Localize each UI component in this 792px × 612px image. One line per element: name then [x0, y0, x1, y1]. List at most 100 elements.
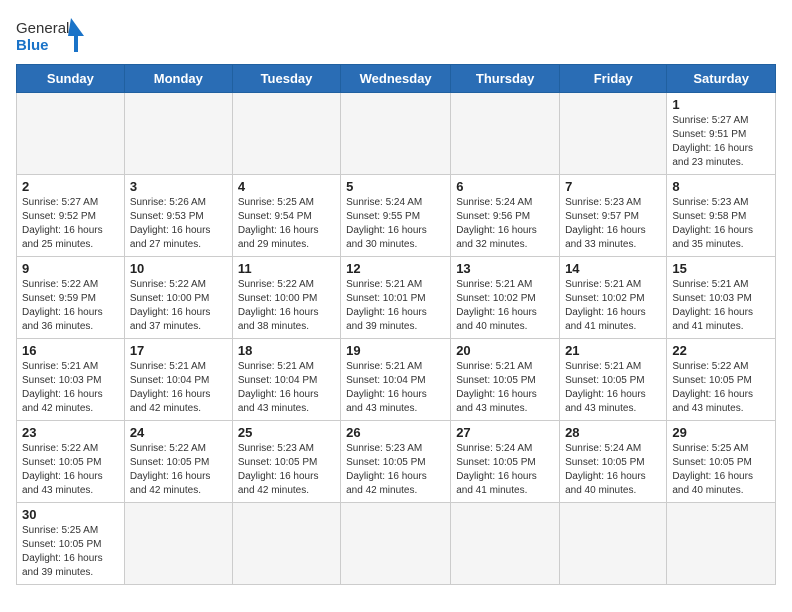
calendar-day-cell: 15Sunrise: 5:21 AM Sunset: 10:03 PM Dayl…: [667, 257, 776, 339]
day-info: Sunrise: 5:24 AM Sunset: 9:56 PM Dayligh…: [456, 196, 554, 252]
day-info: Sunrise: 5:21 AM Sunset: 10:04 PM Daylig…: [346, 360, 445, 416]
calendar-day-cell: 7 Sunrise: 5:23 AM Sunset: 9:57 PM Daylig…: [560, 175, 667, 257]
day-info: Sunrise: 5:21 AM Sunset: 10:03 PM Daylig…: [22, 360, 119, 416]
calendar-day-cell: [232, 503, 340, 585]
day-number: 6: [456, 179, 554, 194]
calendar-week-row: 16 Sunrise: 5:21 AM Sunset: 10:03 PM Dayl…: [17, 339, 776, 421]
calendar-day-cell: 5 Sunrise: 5:24 AM Sunset: 9:55 PM Daylig…: [341, 175, 451, 257]
day-number: 16: [22, 343, 119, 358]
generalblue-logo-icon: GeneralBlue: [16, 16, 86, 56]
day-number: 20: [456, 343, 554, 358]
calendar-day-cell: 30 Sunrise: 5:25 AM Sunset: 10:05 PM Dayl…: [17, 503, 125, 585]
day-number: 21: [565, 343, 661, 358]
day-info: Sunrise: 5:24 AM Sunset: 10:05 PM Daylig…: [565, 442, 661, 498]
calendar-day-cell: 24 Sunrise: 5:22 AM Sunset: 10:05 PM Dayl…: [124, 421, 232, 503]
calendar-day-cell: 14 Sunrise: 5:21 AM Sunset: 10:02 PM Dayl…: [560, 257, 667, 339]
calendar-day-cell: [341, 503, 451, 585]
day-info: Sunrise: 5:24 AM Sunset: 9:55 PM Dayligh…: [346, 196, 445, 252]
day-number: 2: [22, 179, 119, 194]
calendar-day-cell: 23Sunrise: 5:22 AM Sunset: 10:05 PM Dayl…: [17, 421, 125, 503]
calendar-week-row: 30 Sunrise: 5:25 AM Sunset: 10:05 PM Dayl…: [17, 503, 776, 585]
calendar-day-cell: 29 Sunrise: 5:25 AM Sunset: 10:05 PM Dayl…: [667, 421, 776, 503]
day-info: Sunrise: 5:22 AM Sunset: 9:59 PM Dayligh…: [22, 278, 119, 334]
calendar-day-cell: [124, 503, 232, 585]
day-number: 28: [565, 425, 661, 440]
day-info: Sunrise: 5:25 AM Sunset: 10:05 PM Daylig…: [22, 524, 119, 580]
day-info: Sunrise: 5:27 AM Sunset: 9:51 PM Dayligh…: [672, 114, 770, 170]
day-number: 18: [238, 343, 335, 358]
calendar-day-cell: 13Sunrise: 5:21 AM Sunset: 10:02 PM Dayl…: [451, 257, 560, 339]
day-number: 11: [238, 261, 335, 276]
calendar-day-cell: 28 Sunrise: 5:24 AM Sunset: 10:05 PM Dayl…: [560, 421, 667, 503]
calendar-day-cell: 9Sunrise: 5:22 AM Sunset: 9:59 PM Daylig…: [17, 257, 125, 339]
svg-text:General: General: [16, 20, 69, 37]
day-of-week-header: Monday: [124, 65, 232, 93]
day-number: 24: [130, 425, 227, 440]
day-number: 19: [346, 343, 445, 358]
calendar-day-cell: 25 Sunrise: 5:23 AM Sunset: 10:05 PM Dayl…: [232, 421, 340, 503]
day-number: 8: [672, 179, 770, 194]
calendar-day-cell: [451, 503, 560, 585]
day-info: Sunrise: 5:25 AM Sunset: 10:05 PM Daylig…: [672, 442, 770, 498]
day-of-week-header: Thursday: [451, 65, 560, 93]
calendar-day-cell: 1 Sunrise: 5:27 AM Sunset: 9:51 PM Daylig…: [667, 93, 776, 175]
day-info: Sunrise: 5:21 AM Sunset: 10:02 PM Daylig…: [565, 278, 661, 334]
calendar-day-cell: [560, 93, 667, 175]
calendar-day-cell: 16 Sunrise: 5:21 AM Sunset: 10:03 PM Dayl…: [17, 339, 125, 421]
calendar-day-cell: 12 Sunrise: 5:21 AM Sunset: 10:01 PM Dayl…: [341, 257, 451, 339]
day-info: Sunrise: 5:22 AM Sunset: 10:05 PM Daylig…: [22, 442, 119, 498]
day-number: 29: [672, 425, 770, 440]
calendar-day-cell: 17 Sunrise: 5:21 AM Sunset: 10:04 PM Dayl…: [124, 339, 232, 421]
day-number: 1: [672, 97, 770, 112]
day-info: Sunrise: 5:22 AM Sunset: 10:00 PM Daylig…: [130, 278, 227, 334]
calendar-day-cell: 11 Sunrise: 5:22 AM Sunset: 10:00 PM Dayl…: [232, 257, 340, 339]
calendar-day-cell: [451, 93, 560, 175]
calendar-day-cell: 10Sunrise: 5:22 AM Sunset: 10:00 PM Dayl…: [124, 257, 232, 339]
calendar-day-cell: 22Sunrise: 5:22 AM Sunset: 10:05 PM Dayl…: [667, 339, 776, 421]
day-info: Sunrise: 5:25 AM Sunset: 9:54 PM Dayligh…: [238, 196, 335, 252]
day-info: Sunrise: 5:21 AM Sunset: 10:04 PM Daylig…: [130, 360, 227, 416]
day-of-week-header: Saturday: [667, 65, 776, 93]
day-number: 15: [672, 261, 770, 276]
day-number: 25: [238, 425, 335, 440]
calendar-day-cell: [232, 93, 340, 175]
day-info: Sunrise: 5:23 AM Sunset: 9:57 PM Dayligh…: [565, 196, 661, 252]
calendar-header-row: SundayMondayTuesdayWednesdayThursdayFrid…: [17, 65, 776, 93]
day-of-week-header: Sunday: [17, 65, 125, 93]
calendar-day-cell: 2Sunrise: 5:27 AM Sunset: 9:52 PM Daylig…: [17, 175, 125, 257]
calendar-day-cell: [667, 503, 776, 585]
day-info: Sunrise: 5:22 AM Sunset: 10:05 PM Daylig…: [130, 442, 227, 498]
day-info: Sunrise: 5:23 AM Sunset: 10:05 PM Daylig…: [238, 442, 335, 498]
day-info: Sunrise: 5:22 AM Sunset: 10:00 PM Daylig…: [238, 278, 335, 334]
day-info: Sunrise: 5:21 AM Sunset: 10:01 PM Daylig…: [346, 278, 445, 334]
day-number: 27: [456, 425, 554, 440]
svg-text:Blue: Blue: [16, 37, 49, 54]
calendar-day-cell: 18Sunrise: 5:21 AM Sunset: 10:04 PM Dayl…: [232, 339, 340, 421]
day-number: 3: [130, 179, 227, 194]
page-header: GeneralBlue: [16, 16, 776, 56]
calendar-day-cell: [17, 93, 125, 175]
calendar-day-cell: 4 Sunrise: 5:25 AM Sunset: 9:54 PM Daylig…: [232, 175, 340, 257]
day-info: Sunrise: 5:22 AM Sunset: 10:05 PM Daylig…: [672, 360, 770, 416]
day-info: Sunrise: 5:21 AM Sunset: 10:02 PM Daylig…: [456, 278, 554, 334]
calendar-week-row: 9Sunrise: 5:22 AM Sunset: 9:59 PM Daylig…: [17, 257, 776, 339]
day-number: 17: [130, 343, 227, 358]
day-number: 14: [565, 261, 661, 276]
day-number: 30: [22, 507, 119, 522]
calendar-day-cell: 19 Sunrise: 5:21 AM Sunset: 10:04 PM Dayl…: [341, 339, 451, 421]
day-info: Sunrise: 5:23 AM Sunset: 9:58 PM Dayligh…: [672, 196, 770, 252]
calendar-day-cell: [341, 93, 451, 175]
calendar-day-cell: 26Sunrise: 5:23 AM Sunset: 10:05 PM Dayl…: [341, 421, 451, 503]
day-info: Sunrise: 5:26 AM Sunset: 9:53 PM Dayligh…: [130, 196, 227, 252]
day-number: 7: [565, 179, 661, 194]
day-info: Sunrise: 5:23 AM Sunset: 10:05 PM Daylig…: [346, 442, 445, 498]
day-of-week-header: Tuesday: [232, 65, 340, 93]
calendar-day-cell: 27Sunrise: 5:24 AM Sunset: 10:05 PM Dayl…: [451, 421, 560, 503]
day-number: 4: [238, 179, 335, 194]
calendar-table: SundayMondayTuesdayWednesdayThursdayFrid…: [16, 64, 776, 585]
day-of-week-header: Friday: [560, 65, 667, 93]
day-info: Sunrise: 5:21 AM Sunset: 10:05 PM Daylig…: [565, 360, 661, 416]
day-number: 5: [346, 179, 445, 194]
calendar-day-cell: 21 Sunrise: 5:21 AM Sunset: 10:05 PM Dayl…: [560, 339, 667, 421]
day-number: 12: [346, 261, 445, 276]
